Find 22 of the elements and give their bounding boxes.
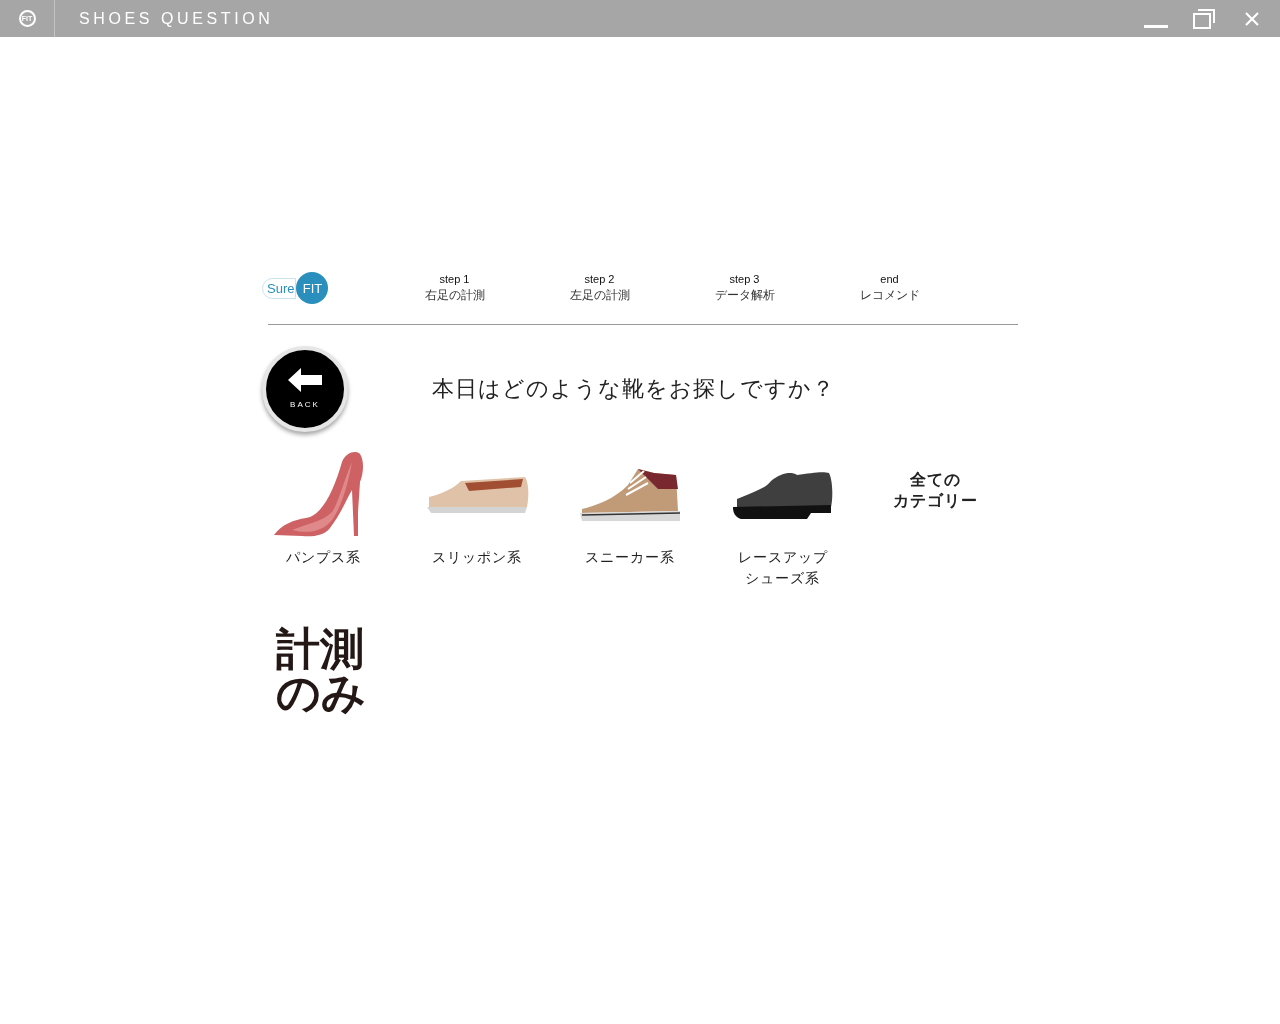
category-option[interactable]: 全ての カテゴリー	[859, 447, 1012, 597]
maximize-icon	[1192, 8, 1216, 29]
step-label: レコメンド	[859, 286, 920, 304]
close-icon	[1244, 10, 1260, 27]
back-button[interactable]: BACK	[262, 346, 348, 432]
shoe-type-option[interactable]: スニーカー系	[553, 447, 706, 597]
step-number: step 1	[439, 272, 470, 285]
step-label: 左足の計測	[569, 286, 630, 304]
measure-only-button[interactable]: 計測 のみ	[276, 627, 366, 715]
window-title: SHOES QUESTION	[79, 9, 275, 28]
step-number: step 3	[729, 272, 760, 285]
shoe-type-option[interactable]: パンプス系	[247, 447, 400, 597]
step-label: 右足の計測	[424, 286, 485, 304]
shoe-type-option[interactable]: レースアップ シューズ系	[706, 447, 859, 597]
minimize-icon	[1144, 25, 1168, 28]
brand-logo-badge: FIT	[296, 272, 329, 304]
step-label: データ解析	[714, 286, 775, 304]
shoe-type-option[interactable]: スリッポン系	[400, 447, 553, 597]
step-number: end	[880, 272, 899, 285]
step-number: step 2	[584, 272, 615, 285]
question-text: 本日はどのような靴をお探しですか？	[432, 375, 835, 403]
arrow-left-icon	[288, 367, 322, 392]
